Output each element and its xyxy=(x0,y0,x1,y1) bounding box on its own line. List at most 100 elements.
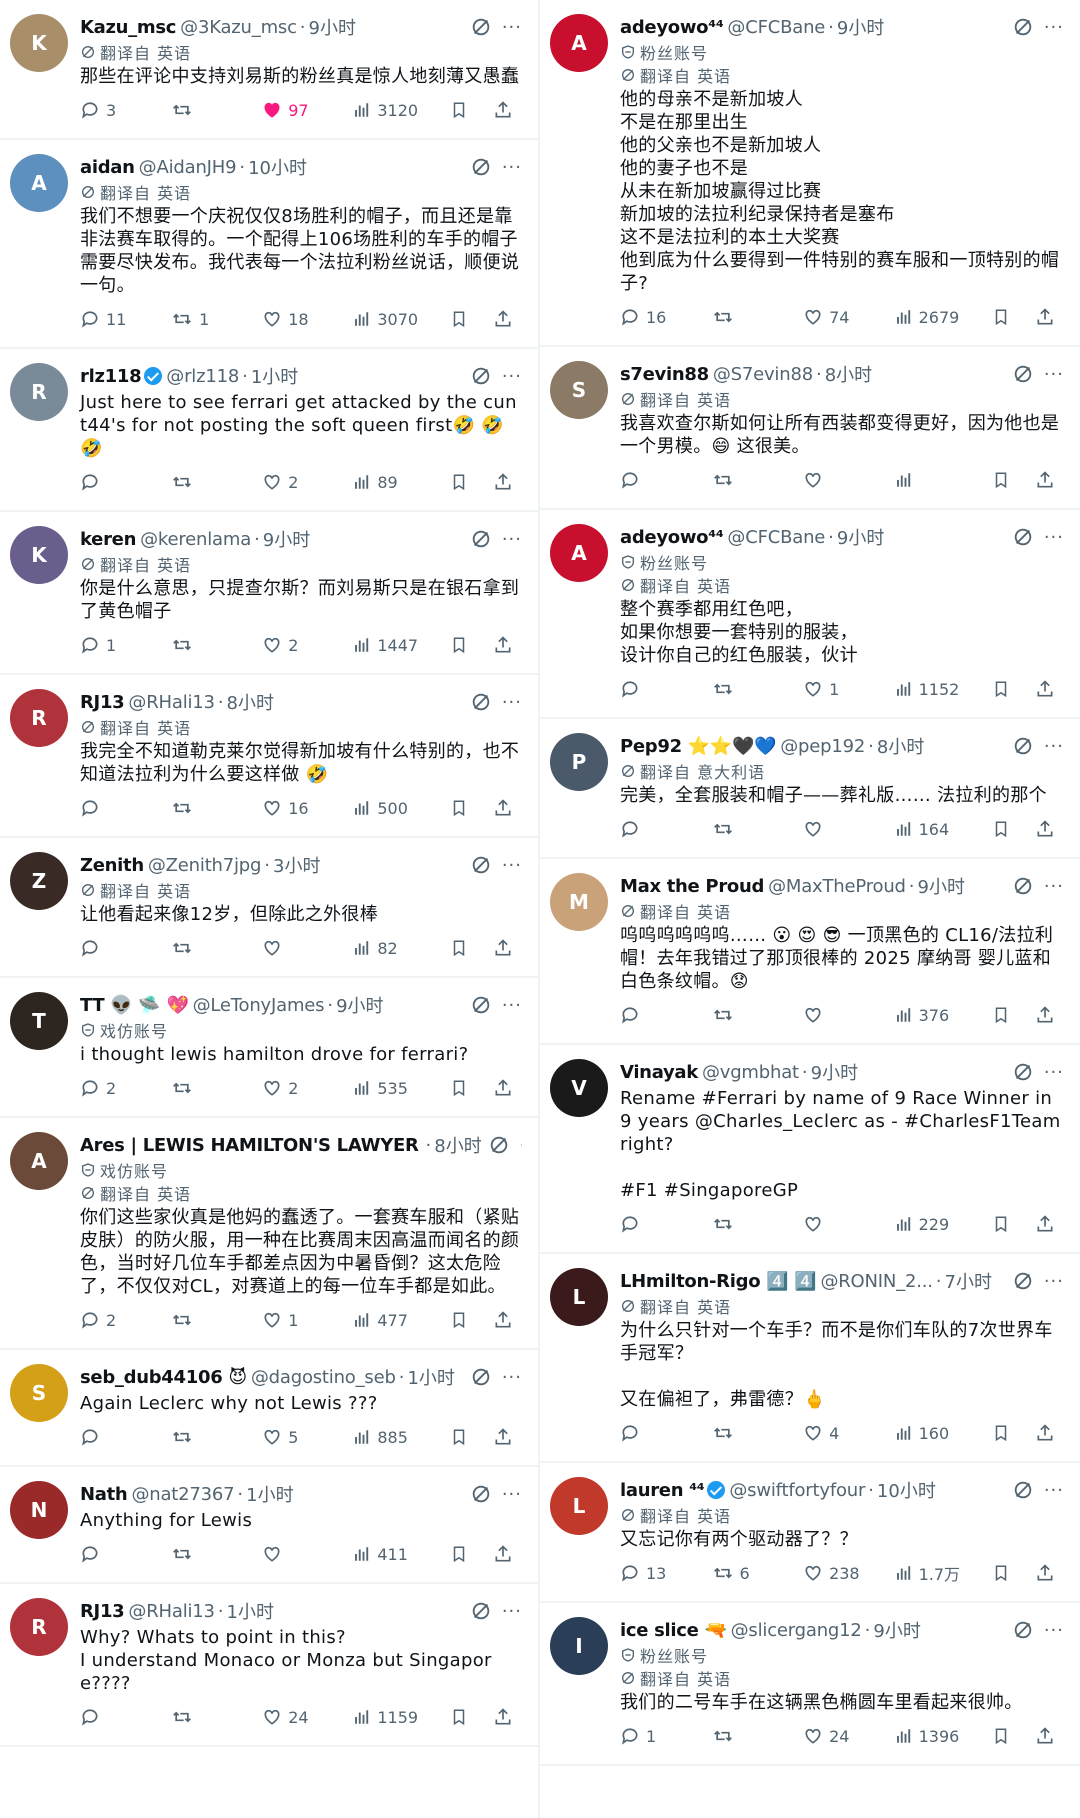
bookmark-button[interactable] xyxy=(450,100,493,120)
like-button[interactable] xyxy=(803,1005,895,1025)
timestamp[interactable]: 1小时 xyxy=(227,1598,274,1624)
reply-button[interactable] xyxy=(80,1707,171,1727)
bookmark-button[interactable] xyxy=(450,1707,493,1727)
avatar[interactable]: Z xyxy=(10,852,68,910)
retweet-button[interactable] xyxy=(171,1310,262,1330)
display-name[interactable]: Vinayak xyxy=(620,1062,698,1083)
tweet[interactable]: A aidan @AidanJH9 · 10小时 ··· 翻译自 英语 我们不想… xyxy=(0,140,538,349)
grok-icon[interactable] xyxy=(470,1600,492,1622)
share-button[interactable] xyxy=(1035,470,1064,490)
more-options-icon[interactable]: ··· xyxy=(1044,1062,1064,1083)
timestamp[interactable]: 1小时 xyxy=(251,363,298,389)
bookmark-button[interactable] xyxy=(992,679,1035,699)
timestamp[interactable]: 8小时 xyxy=(434,1132,481,1158)
tweet[interactable]: Z Zenith @Zenith7jpg · 3小时 ··· 翻译自 英语 让他… xyxy=(0,838,538,978)
share-button[interactable] xyxy=(493,100,522,120)
views-button[interactable]: 3070 xyxy=(353,309,450,329)
grok-icon[interactable] xyxy=(470,994,492,1016)
bookmark-button[interactable] xyxy=(992,1005,1035,1025)
display-name[interactable]: Pep92 ⭐⭐🖤💙 xyxy=(620,736,777,757)
like-button[interactable]: 5 xyxy=(262,1427,353,1447)
more-options-icon[interactable]: ··· xyxy=(502,1601,522,1622)
retweet-button[interactable] xyxy=(712,1423,804,1443)
tweet[interactable]: K keren @kerenlama · 9小时 ··· 翻译自 英语 你是什么… xyxy=(0,512,538,675)
timestamp[interactable]: 7小时 xyxy=(945,1268,992,1294)
display-name[interactable]: lauren ⁴⁴ xyxy=(620,1480,705,1501)
display-name[interactable]: rlz118 xyxy=(80,366,142,387)
bookmark-button[interactable] xyxy=(450,1427,493,1447)
tweet[interactable]: S s7evin88 @S7evin88 · 8小时 ··· 翻译自 英语 我喜… xyxy=(540,347,1080,510)
more-options-icon[interactable]: ··· xyxy=(1044,17,1064,38)
views-button[interactable]: 1152 xyxy=(895,679,992,699)
bookmark-button[interactable] xyxy=(992,1214,1035,1234)
tweet[interactable]: A adeyowo⁴⁴ @CFCBane · 9小时 ··· 粉丝账号 翻译自 英… xyxy=(540,510,1080,719)
reply-button[interactable] xyxy=(80,472,171,492)
like-button[interactable]: 2 xyxy=(262,635,353,655)
more-options-icon[interactable]: ··· xyxy=(1044,364,1064,385)
user-handle[interactable]: @3Kazu_msc xyxy=(180,17,297,38)
views-button[interactable]: 1.7万 xyxy=(895,1561,992,1585)
user-handle[interactable]: @pep192 xyxy=(780,736,865,757)
display-name[interactable]: Nath xyxy=(80,1484,128,1505)
like-button[interactable] xyxy=(803,470,895,490)
reply-button[interactable] xyxy=(80,798,171,818)
retweet-button[interactable] xyxy=(712,1005,804,1025)
retweet-button[interactable]: 6 xyxy=(712,1563,804,1583)
reply-button[interactable] xyxy=(620,819,712,839)
display-name[interactable]: RJ13 xyxy=(80,692,125,713)
timestamp[interactable]: 8小时 xyxy=(877,733,924,759)
timestamp[interactable]: 8小时 xyxy=(825,361,872,387)
retweet-button[interactable] xyxy=(712,470,804,490)
reply-button[interactable] xyxy=(620,1005,712,1025)
display-name[interactable]: Max the Proud xyxy=(620,876,764,897)
bookmark-button[interactable] xyxy=(450,938,493,958)
avatar[interactable]: A xyxy=(550,14,608,72)
reply-button[interactable]: 3 xyxy=(80,100,171,120)
tweet[interactable]: A Ares | LEWIS HAMILTON'S LAWYER · 8小时 ·… xyxy=(0,1118,538,1350)
avatar[interactable]: I xyxy=(550,1617,608,1675)
like-button[interactable] xyxy=(262,1544,353,1564)
user-handle[interactable]: @swiftfortyfour xyxy=(729,1480,865,1501)
user-handle[interactable]: @RHali13 xyxy=(128,692,215,713)
more-options-icon[interactable]: ··· xyxy=(502,157,522,178)
timestamp[interactable]: 9小时 xyxy=(263,526,310,552)
views-button[interactable]: 160 xyxy=(895,1423,992,1443)
retweet-button[interactable] xyxy=(712,819,804,839)
like-button[interactable]: 1 xyxy=(262,1310,353,1330)
timestamp[interactable]: 9小时 xyxy=(918,873,965,899)
views-button[interactable]: 3120 xyxy=(353,100,450,120)
user-handle[interactable]: @CFCBane xyxy=(727,17,825,38)
user-handle[interactable]: @vgmbhat xyxy=(702,1062,799,1083)
retweet-button[interactable] xyxy=(171,1544,262,1564)
share-button[interactable] xyxy=(1035,1726,1064,1746)
more-options-icon[interactable]: ··· xyxy=(520,1135,522,1156)
display-name[interactable]: seb_dub44106 😈 xyxy=(80,1367,247,1388)
display-name[interactable]: aidan xyxy=(80,157,135,178)
views-button[interactable]: 885 xyxy=(353,1427,450,1447)
share-button[interactable] xyxy=(1035,1423,1064,1443)
share-button[interactable] xyxy=(493,1427,522,1447)
like-button[interactable]: 4 xyxy=(803,1423,895,1443)
grok-icon[interactable] xyxy=(470,1366,492,1388)
share-button[interactable] xyxy=(493,1078,522,1098)
bookmark-button[interactable] xyxy=(450,798,493,818)
views-button[interactable] xyxy=(895,470,992,490)
share-button[interactable] xyxy=(493,1707,522,1727)
retweet-button[interactable] xyxy=(712,1726,804,1746)
views-button[interactable]: 164 xyxy=(895,819,992,839)
user-handle[interactable]: @dagostino_seb xyxy=(251,1367,396,1388)
like-button[interactable] xyxy=(262,938,353,958)
retweet-button[interactable] xyxy=(171,100,262,120)
reply-button[interactable] xyxy=(80,1544,171,1564)
user-handle[interactable]: @RONIN_2... xyxy=(820,1271,933,1292)
grok-icon[interactable] xyxy=(470,854,492,876)
more-options-icon[interactable]: ··· xyxy=(1044,1480,1064,1501)
retweet-button[interactable] xyxy=(171,635,262,655)
reply-button[interactable]: 16 xyxy=(620,307,712,327)
user-handle[interactable]: @RHali13 xyxy=(128,1601,215,1622)
grok-icon[interactable] xyxy=(1012,735,1034,757)
views-button[interactable]: 535 xyxy=(353,1078,450,1098)
display-name[interactable]: adeyowo⁴⁴ xyxy=(620,17,724,38)
avatar[interactable]: L xyxy=(550,1268,608,1326)
tweet[interactable]: R RJ13 @RHali13 · 8小时 ··· 翻译自 英语 我完全不知道勒… xyxy=(0,675,538,838)
